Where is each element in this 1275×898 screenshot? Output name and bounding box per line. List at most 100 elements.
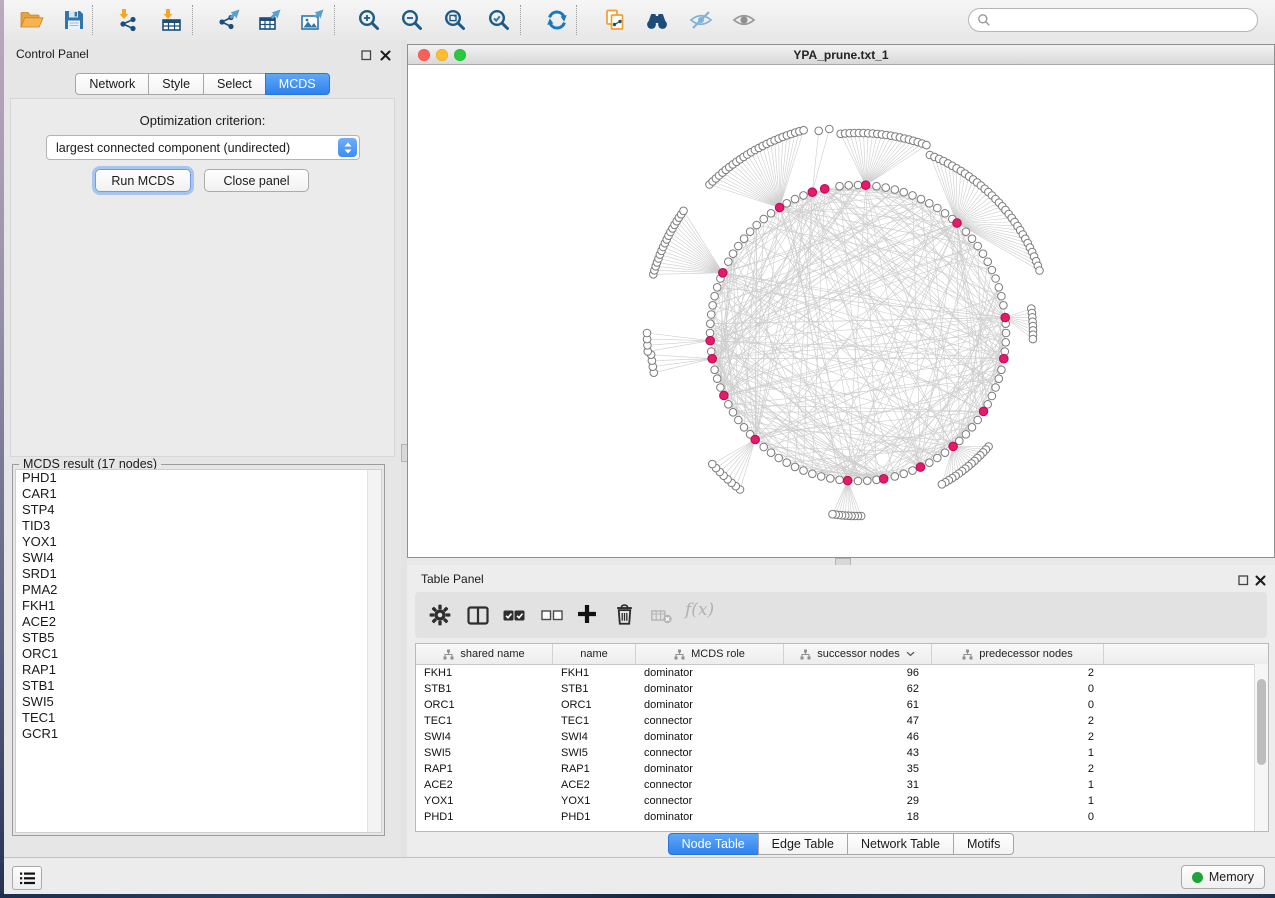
dominator-node[interactable] [953,219,962,228]
network-graph[interactable] [408,65,1274,557]
network-node[interactable] [995,284,1003,292]
network-node[interactable] [988,266,996,274]
import-table-icon[interactable] [158,7,184,33]
network-node[interactable] [979,250,987,258]
close-panel-icon[interactable] [380,48,391,59]
show-panels-list-button[interactable] [12,866,42,890]
dominator-node[interactable] [879,475,888,484]
table-row[interactable]: SWI5SWI5connector431 [416,745,1268,761]
network-node[interactable] [711,292,719,300]
network-node[interactable] [1000,302,1008,310]
mcds-result-item[interactable]: GCR1 [16,726,381,742]
network-node[interactable] [941,210,949,218]
table-row[interactable]: SWI4SWI4dominator462 [416,729,1268,745]
network-node[interactable] [829,510,837,518]
dominator-node[interactable] [949,442,958,451]
clone-network-icon[interactable] [602,7,628,33]
tab-mcds[interactable]: MCDS [265,73,330,95]
network-node[interactable] [735,242,743,250]
network-node[interactable] [926,200,934,208]
dominator-node[interactable] [808,188,817,197]
network-node[interactable] [809,470,817,478]
add-column-icon[interactable] [577,604,597,629]
mcds-result-item[interactable]: STB1 [16,678,381,694]
network-node[interactable] [974,416,982,424]
dominator-node[interactable] [720,391,729,400]
network-node[interactable] [962,431,970,439]
network-node[interactable] [827,475,835,483]
table-row[interactable]: ORC1ORC1dominator610 [416,697,1268,713]
table-row[interactable]: STB1STB1dominator620 [416,681,1268,697]
network-node[interactable] [826,125,834,133]
network-node[interactable] [680,207,688,215]
deselect-all-icon[interactable] [541,609,563,627]
table-tab-motifs[interactable]: Motifs [953,833,1014,855]
mcds-result-item[interactable]: YOX1 [16,534,381,550]
hide-selected-icon[interactable] [688,7,714,33]
network-node[interactable] [775,454,783,462]
fit-content-icon[interactable] [442,7,468,33]
dominator-node[interactable] [843,476,852,485]
dominator-node[interactable] [1001,313,1010,322]
network-node[interactable] [725,258,733,266]
mcds-result-item[interactable]: FKH1 [16,598,381,614]
dominator-node[interactable] [775,203,784,212]
network-node[interactable] [909,192,917,200]
network-node[interactable] [740,424,748,432]
network-node[interactable] [968,235,976,243]
network-node[interactable] [873,182,881,190]
network-node[interactable] [791,195,799,203]
network-node[interactable] [934,454,942,462]
mcds-result-list[interactable]: PHD1CAR1STP4TID3YOX1SWI4SRD1PMA2FKH1ACE2… [15,469,382,833]
find-binoculars-icon[interactable] [644,7,670,33]
network-node[interactable] [992,384,1000,392]
zoom-out-icon[interactable] [399,7,425,33]
network-node[interactable] [992,275,1000,283]
network-node[interactable] [974,242,982,250]
dominator-node[interactable] [979,407,988,416]
table-row[interactable]: RAP1RAP1dominator352 [416,761,1268,777]
network-node[interactable] [767,210,775,218]
network-node[interactable] [938,481,946,489]
close-table-panel-icon[interactable] [1255,573,1266,584]
mcds-result-item[interactable]: PHD1 [16,470,381,486]
delete-column-trash-icon[interactable] [615,603,634,630]
network-node[interactable] [729,409,737,417]
dominator-node[interactable] [708,354,717,363]
table-scrollbar[interactable] [1254,664,1268,831]
table-row[interactable]: PHD1PHD1dominator180 [416,809,1268,825]
run-mcds-button[interactable]: Run MCDS [95,169,191,192]
network-node[interactable] [998,366,1006,374]
network-node[interactable] [709,302,717,310]
zoom-in-icon[interactable] [356,7,382,33]
mcds-result-item[interactable]: ACE2 [16,614,381,630]
network-node[interactable] [735,416,743,424]
mcds-result-item[interactable]: TEC1 [16,710,381,726]
network-node[interactable] [1029,335,1037,343]
dominator-node[interactable] [861,181,870,190]
close-panel-button[interactable]: Close panel [204,169,309,192]
network-node[interactable] [934,204,942,212]
save-session-icon[interactable] [61,7,87,33]
table-scrollbar-thumb[interactable] [1257,679,1266,765]
column-header-shared-name[interactable]: shared name [416,644,553,664]
network-node[interactable] [917,195,925,203]
open-file-icon[interactable] [18,7,44,33]
network-node[interactable] [707,320,715,328]
network-node[interactable] [746,228,754,236]
network-node[interactable] [1002,329,1010,337]
network-node[interactable] [995,375,1003,383]
network-node[interactable] [707,311,715,319]
mcds-result-item[interactable]: RAP1 [16,662,381,678]
network-node[interactable] [998,292,1006,300]
table-row[interactable]: FKH1FKH1dominator962 [416,665,1268,681]
network-node[interactable] [767,449,775,457]
network-node[interactable] [968,424,976,432]
network-node[interactable] [709,460,717,468]
network-node[interactable] [817,473,825,481]
network-node[interactable] [836,182,844,190]
network-node[interactable] [760,215,768,223]
network-canvas[interactable] [408,65,1274,557]
network-node[interactable] [941,449,949,457]
network-node[interactable] [891,186,899,194]
